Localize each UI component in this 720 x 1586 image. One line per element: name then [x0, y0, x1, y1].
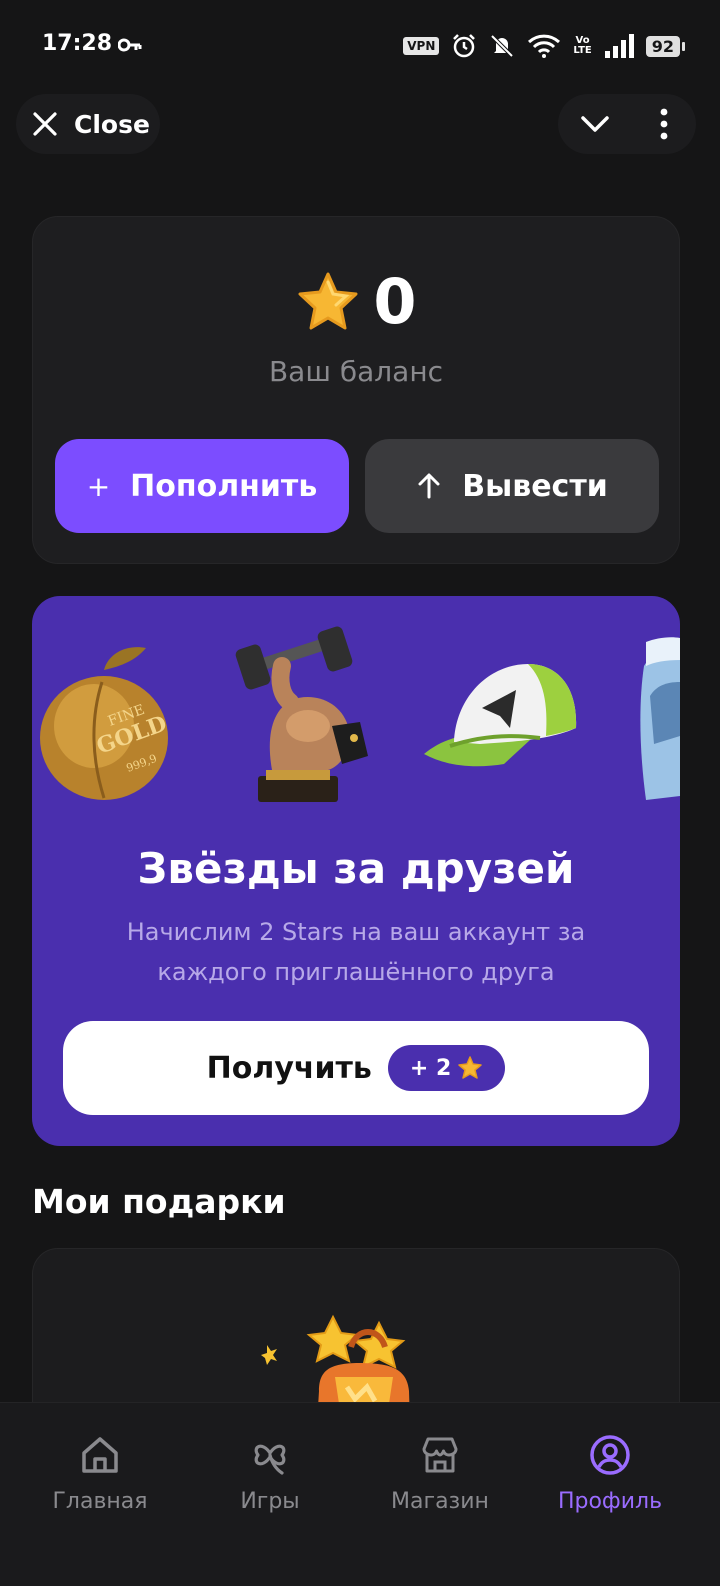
- close-icon: [33, 112, 57, 136]
- battery-indicator: 92: [645, 35, 686, 57]
- home-icon: [82, 1437, 118, 1473]
- helmet-gift-icon: [640, 637, 680, 800]
- nav-label: Игры: [240, 1489, 300, 1514]
- close-button[interactable]: Close: [16, 94, 160, 154]
- bottom-nav: Главная Игры Магазин Профиль: [0, 1402, 720, 1586]
- status-time: 17:28: [42, 31, 113, 56]
- bonus-value: + 2: [409, 1055, 452, 1081]
- receive-button[interactable]: Получить + 2: [63, 1021, 649, 1115]
- clover-icon: [254, 1444, 286, 1475]
- balance-label: Ваш баланс: [268, 355, 444, 388]
- mute-bell-icon: [490, 34, 514, 58]
- receive-label: Получить: [206, 1050, 372, 1086]
- topup-button[interactable]: + Пополнить: [55, 439, 349, 533]
- star-icon: [458, 1056, 483, 1079]
- header-menu: [558, 94, 696, 154]
- balance-row: 0: [33, 267, 679, 337]
- withdraw-button[interactable]: Вывести: [365, 439, 659, 533]
- nav-item-profile[interactable]: Профиль: [520, 1433, 700, 1514]
- chevron-down-icon[interactable]: [578, 108, 612, 140]
- signal-icon: [604, 34, 634, 58]
- nav-item-home[interactable]: Главная: [10, 1433, 190, 1514]
- vpn-badge: VPN: [403, 37, 440, 55]
- wifi-icon: [528, 34, 561, 58]
- arrow-up-icon: [418, 473, 440, 499]
- key-icon: [118, 38, 142, 52]
- referral-promo-card: FINE GOLD 999,9 Звёзды за друзей Начисли…: [32, 596, 680, 1146]
- withdraw-label: Вывести: [462, 468, 608, 504]
- nav-label: Главная: [52, 1489, 148, 1514]
- nav-label: Профиль: [557, 1489, 663, 1514]
- cap-gift-icon: [424, 664, 577, 767]
- more-vertical-icon[interactable]: [654, 106, 674, 142]
- topup-label: Пополнить: [130, 468, 318, 504]
- bonus-badge: + 2: [387, 1045, 506, 1091]
- status-bar: 17:28 VPN Vo LTE 92: [0, 0, 720, 92]
- star-icon: [298, 272, 358, 330]
- store-icon: [422, 1437, 458, 1473]
- plus-icon: +: [86, 469, 111, 503]
- nav-label: Магазин: [391, 1489, 489, 1514]
- balance-value: 0: [373, 265, 417, 338]
- close-label: Close: [74, 109, 150, 139]
- volte-indicator: Vo LTE: [573, 35, 592, 56]
- promo-title: Звёзды за друзей: [137, 844, 575, 893]
- dumbbell-trophy-gift-icon: [235, 626, 368, 802]
- nav-item-store[interactable]: Магазин: [350, 1433, 530, 1514]
- nav-item-games[interactable]: Игры: [180, 1433, 360, 1514]
- profile-icon: [590, 1435, 630, 1475]
- promo-description: Начислим 2 Stars на ваш аккаунт за каждо…: [126, 918, 586, 986]
- status-icons: VPN Vo LTE 92: [403, 28, 686, 64]
- my-gifts-title: Мои подарки: [32, 1182, 286, 1221]
- alarm-icon: [453, 34, 476, 58]
- balance-card: 0 Ваш баланс + Пополнить Вывести: [32, 216, 680, 564]
- gold-peach-gift-icon: FINE GOLD 999,9: [40, 647, 170, 800]
